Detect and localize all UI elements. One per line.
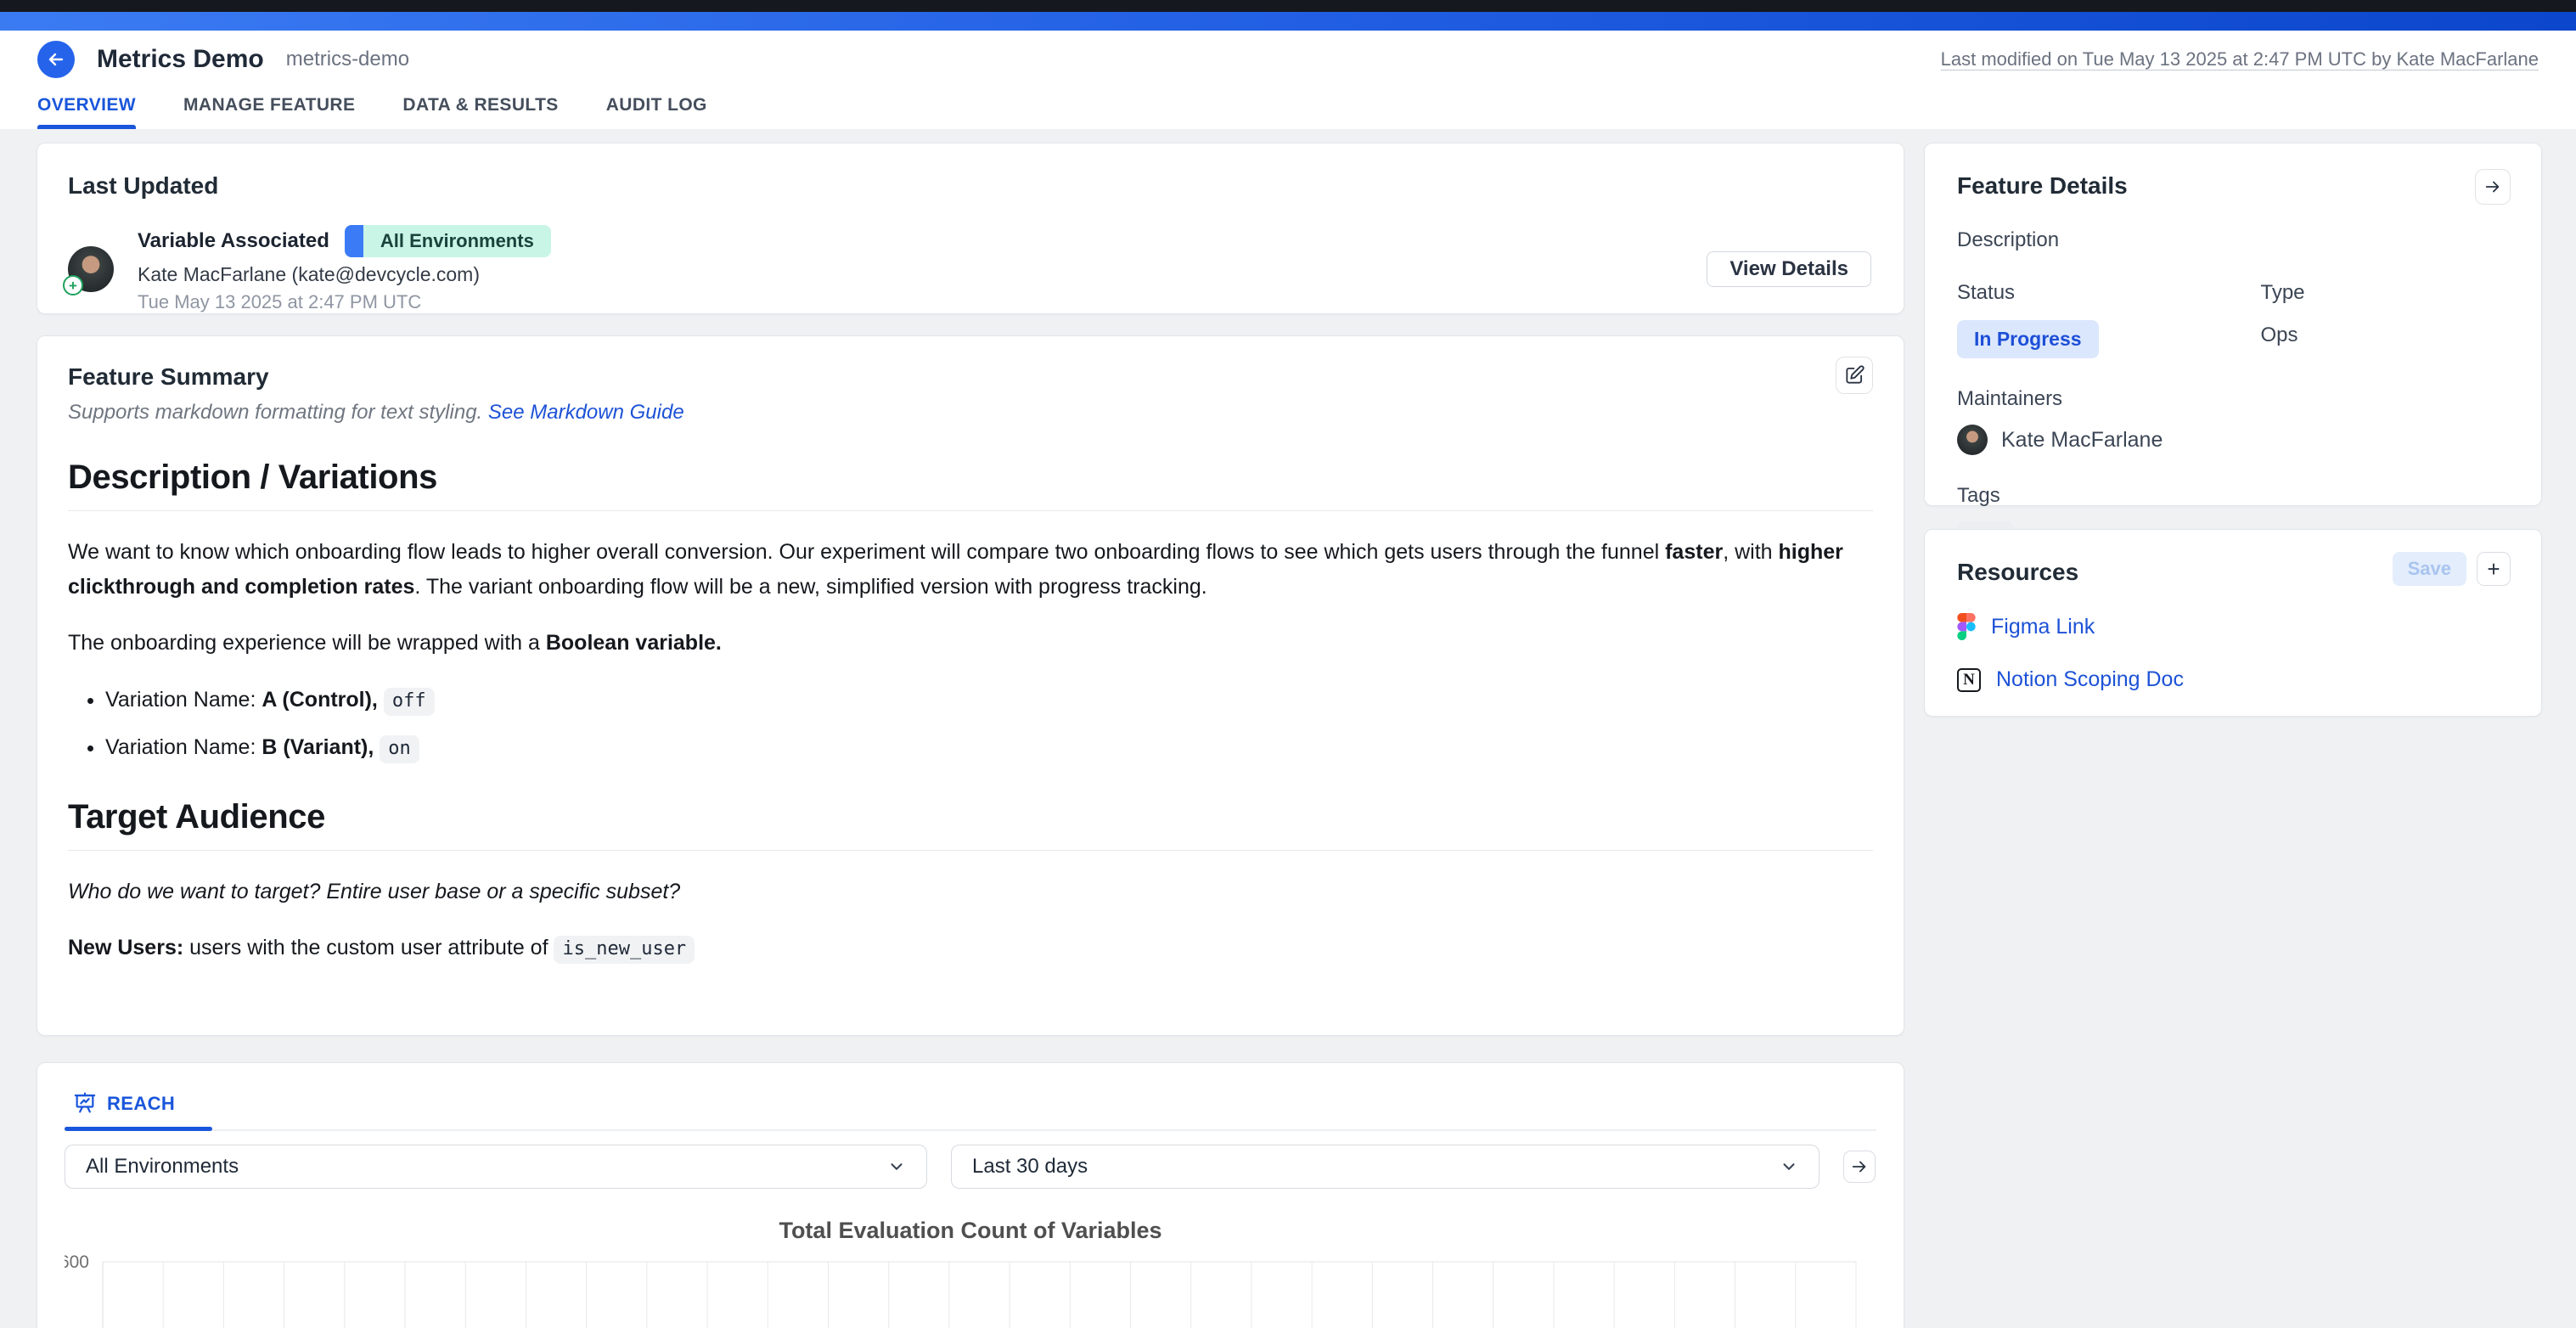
view-details-button[interactable]: View Details [1707, 251, 1871, 287]
line-chart-svg: 600500400 [65, 1246, 1877, 1328]
type-label: Type [2261, 281, 2510, 305]
apply-filters-button[interactable] [1843, 1151, 1876, 1183]
markdown-body: Description / Variations We want to know… [68, 459, 1873, 965]
chart-filters: All Environments Last 30 days [65, 1145, 1876, 1189]
open-feature-details-button[interactable] [2475, 169, 2511, 205]
edit-icon [1843, 364, 1865, 386]
page-slug: metrics-demo [286, 48, 409, 71]
content-area: Last Updated + Variable Associated All E… [0, 129, 2576, 1328]
tags-label: Tags [1957, 484, 2509, 508]
back-button[interactable] [37, 41, 75, 78]
section-heading-target-audience: Target Audience [68, 798, 1873, 836]
svg-text:600: 600 [65, 1252, 89, 1272]
tab-audit-log[interactable]: AUDIT LOG [606, 95, 707, 129]
avatar: + [68, 246, 114, 292]
side-column: Feature Details Description Status In Pr… [1924, 143, 2542, 717]
maintainer-avatar [1957, 425, 1988, 455]
topbar-dark [0, 0, 2576, 12]
topbar-blue-gradient [0, 12, 2576, 31]
environment-badge-color-block [345, 225, 363, 257]
plus-icon: + [2487, 558, 2500, 580]
maintainers-label: Maintainers [1957, 387, 2509, 411]
arrow-right-icon [2483, 177, 2502, 196]
markdown-guide-link[interactable]: See Markdown Guide [488, 401, 684, 424]
tab-overview[interactable]: OVERVIEW [37, 95, 136, 129]
evaluation-chart: 600500400 [65, 1246, 1876, 1328]
figma-icon [1957, 613, 1976, 640]
section-heading-description-variations: Description / Variations [68, 459, 1873, 497]
back-arrow-icon [46, 49, 66, 70]
reach-tab-label: REACH [107, 1093, 175, 1115]
feature-details-card: Feature Details Description Status In Pr… [1924, 143, 2542, 506]
add-resource-button[interactable]: + [2477, 552, 2511, 586]
subtitle-text: Supports markdown formatting for text st… [68, 401, 488, 424]
last-updated-card: Last Updated + Variable Associated All E… [37, 143, 1904, 314]
page-title: Metrics Demo [97, 45, 264, 74]
arrow-right-icon [1850, 1157, 1869, 1176]
feature-summary-subtitle: Supports markdown formatting for text st… [68, 401, 1873, 425]
reach-tab-row: REACH [65, 1089, 1876, 1131]
tab-data-results[interactable]: DATA & RESULTS [402, 95, 558, 129]
presentation-chart-icon [73, 1092, 97, 1116]
description-paragraph-2: The onboarding experience will be wrappe… [68, 626, 1873, 661]
reach-card: REACH All Environments Last 30 days [37, 1062, 1904, 1328]
event-user: Kate MacFarlane (kate@devcycle.com) [138, 263, 551, 286]
divider [68, 850, 1873, 851]
event-timestamp: Tue May 13 2025 at 2:47 PM UTC [138, 291, 551, 313]
edit-summary-button[interactable] [1836, 357, 1873, 394]
header: Metrics Demo metrics-demo Last modified … [0, 31, 2576, 129]
resources-card: Resources Save + Figma Link [1924, 529, 2542, 717]
tab-bar: OVERVIEW MANAGE FEATURE DATA & RESULTS A… [37, 95, 707, 129]
description-label: Description [1957, 228, 2509, 252]
chart-title: Total Evaluation Count of Variables [65, 1218, 1876, 1244]
environment-badge-label: All Environments [363, 225, 551, 257]
environment-badge: All Environments [345, 225, 551, 257]
page: Metrics Demo metrics-demo Last modified … [0, 0, 2576, 1328]
status-label: Status [1957, 281, 2261, 305]
feature-summary-card: Feature Summary Supports markdown format… [37, 335, 1904, 1036]
date-range-filter-value: Last 30 days [972, 1155, 1088, 1179]
last-modified-text: Last modified on Tue May 13 2025 at 2:47… [1941, 48, 2539, 70]
notion-icon: N [1957, 668, 1981, 692]
variation-item-variant: Variation Name: B (Variant), on [105, 730, 1873, 764]
main-column: Last Updated + Variable Associated All E… [37, 143, 1904, 1328]
feature-details-title: Feature Details [1957, 172, 2509, 200]
chevron-down-icon [887, 1157, 906, 1176]
resource-row: Figma Link [1957, 613, 2509, 640]
target-audience-answer: New Users: users with the custom user at… [68, 931, 1873, 965]
resource-link-notion[interactable]: Notion Scoping Doc [1996, 667, 2184, 692]
status-badge: In Progress [1957, 320, 2099, 358]
chevron-down-icon [1780, 1157, 1798, 1176]
variation-list: Variation Name: A (Control), off Variati… [68, 683, 1873, 764]
tab-reach[interactable]: REACH [65, 1089, 212, 1129]
divider [68, 510, 1873, 511]
maintainer-name: Kate MacFarlane [2001, 428, 2163, 453]
resource-row: N Notion Scoping Doc [1957, 667, 2509, 692]
variation-item-control: Variation Name: A (Control), off [105, 683, 1873, 717]
environment-filter-select[interactable]: All Environments [65, 1145, 927, 1189]
type-value: Ops [2261, 324, 2510, 347]
tab-manage-feature[interactable]: MANAGE FEATURE [183, 95, 355, 129]
save-resources-button[interactable]: Save [2393, 552, 2466, 586]
resource-link-figma[interactable]: Figma Link [1991, 615, 2095, 639]
description-paragraph-1: We want to know which onboarding flow le… [68, 535, 1873, 604]
feature-summary-title: Feature Summary [68, 363, 1873, 391]
event-title: Variable Associated [138, 229, 329, 253]
target-audience-question: Who do we want to target? Entire user ba… [68, 875, 1873, 909]
environment-filter-value: All Environments [86, 1155, 239, 1179]
maintainer-row: Kate MacFarlane [1957, 425, 2509, 455]
last-updated-title: Last Updated [68, 172, 1871, 200]
avatar-add-badge: + [63, 275, 83, 295]
date-range-filter-select[interactable]: Last 30 days [951, 1145, 1820, 1189]
